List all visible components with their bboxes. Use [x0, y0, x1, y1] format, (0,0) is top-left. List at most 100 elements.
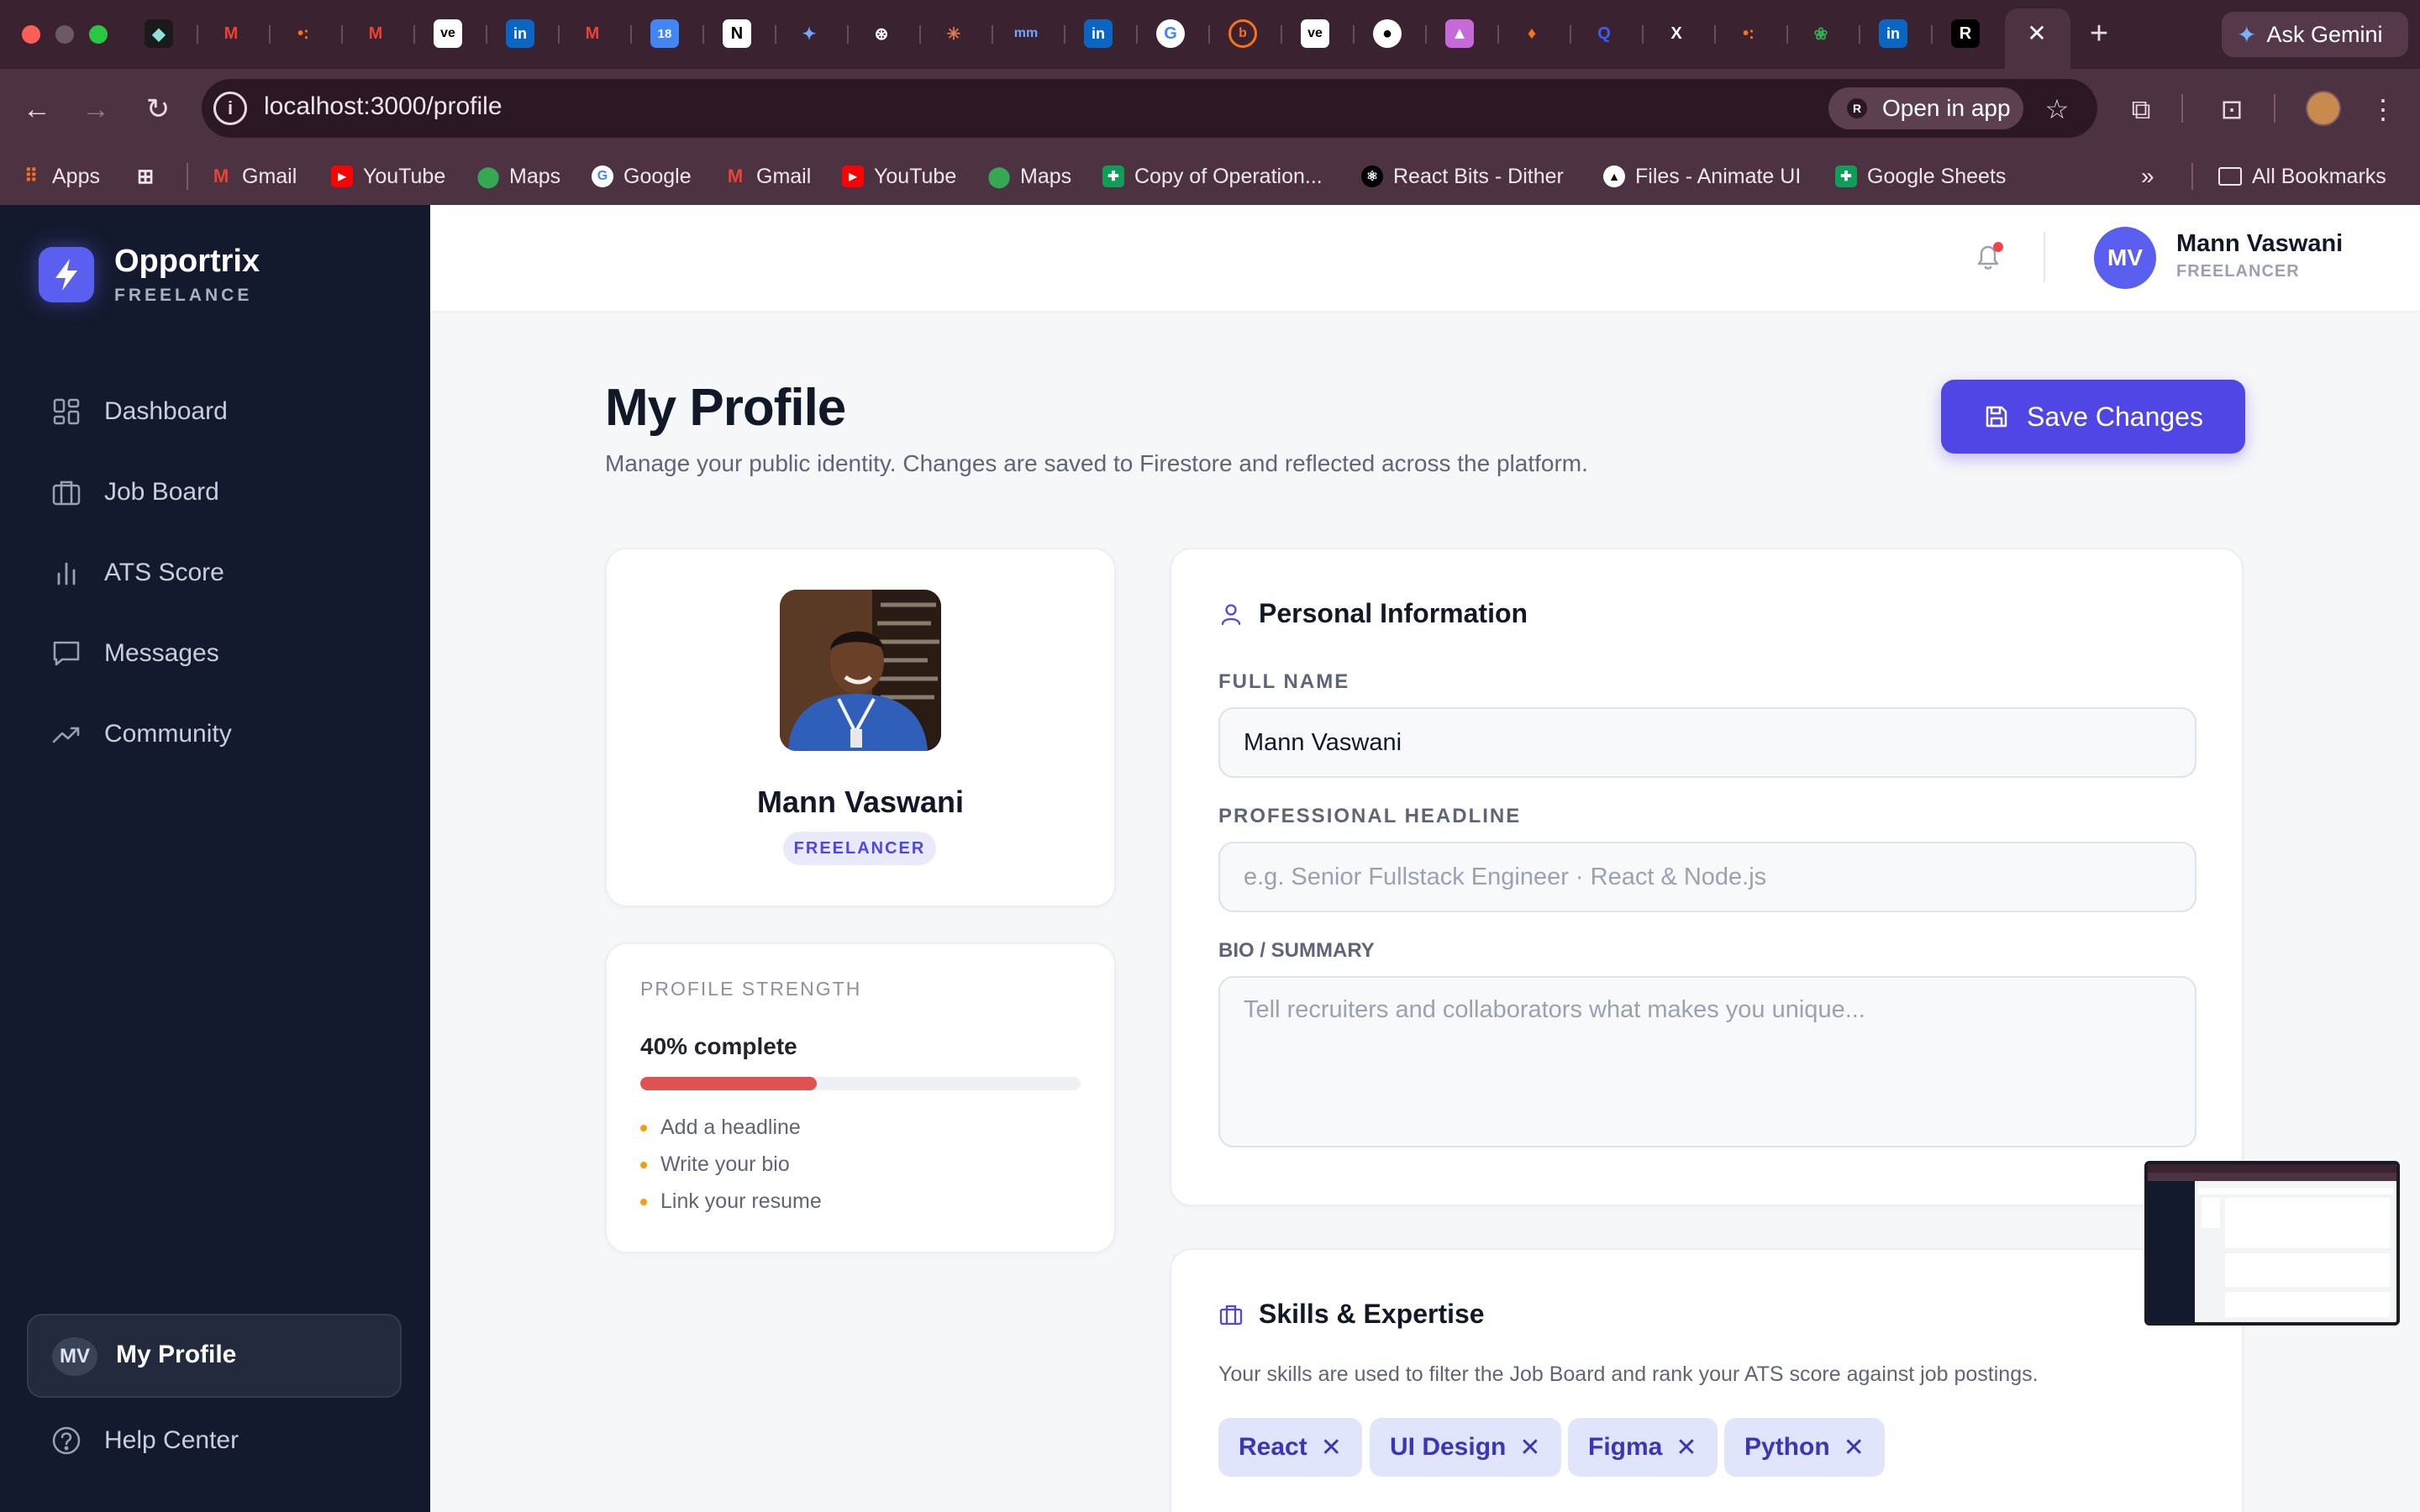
tab-divider: [269, 25, 271, 44]
close-tab-icon[interactable]: ✕: [2022, 18, 2052, 49]
bookmark-google[interactable]: G Google: [592, 160, 692, 193]
tab-favicon[interactable]: ◆: [145, 19, 173, 48]
remove-skill-icon[interactable]: ✕: [1519, 1433, 1540, 1462]
tab-favicon-gmail[interactable]: M: [578, 19, 607, 48]
remove-skill-icon[interactable]: ✕: [1844, 1433, 1865, 1462]
bookmark-label: YouTube: [874, 164, 957, 188]
tab-favicon-x[interactable]: X: [1662, 19, 1691, 48]
tab-favicon[interactable]: ♦: [1518, 19, 1546, 48]
tab-divider: [1064, 25, 1065, 44]
profile-tip[interactable]: Write your bio: [640, 1152, 790, 1177]
sidebar-item-job-board[interactable]: Job Board: [50, 469, 403, 516]
tab-divider: [1642, 25, 1644, 44]
remove-skill-icon[interactable]: ✕: [1321, 1433, 1342, 1462]
browser-profile-avatar[interactable]: [2306, 91, 2341, 126]
site-info-icon[interactable]: i: [213, 92, 247, 125]
bookmark-animate-ui[interactable]: ▲ Files - Animate UI: [1603, 160, 1801, 193]
tab-favicon[interactable]: ve: [434, 19, 462, 48]
bookmark-apps[interactable]: ⠿ Apps: [20, 160, 100, 193]
tab-favicon-gemini[interactable]: ✦: [795, 19, 823, 48]
tab-favicon[interactable]: •:: [1734, 19, 1763, 48]
new-tab-button[interactable]: +: [2082, 15, 2116, 52]
forward-arrow-icon[interactable]: →: [77, 91, 114, 128]
tab-favicon[interactable]: Q: [1590, 19, 1618, 48]
sidebar-item-dashboard[interactable]: Dashboard: [50, 388, 403, 435]
remove-skill-icon[interactable]: ✕: [1676, 1433, 1697, 1462]
bookmark-maps[interactable]: ⬤ Maps: [987, 160, 1072, 193]
tab-favicon-claude[interactable]: ✳: [939, 19, 968, 48]
bookmark-grid[interactable]: ⊞: [134, 160, 156, 193]
bio-textarea[interactable]: [1218, 976, 2196, 1147]
avatar[interactable]: MV: [2094, 227, 2156, 289]
profile-tip[interactable]: Add a headline: [640, 1116, 801, 1140]
tab-favicon[interactable]: b: [1228, 19, 1257, 48]
skill-chip[interactable]: React ✕: [1218, 1418, 1362, 1477]
tab-favicon-calendar[interactable]: 18: [650, 19, 679, 48]
maximize-window-button[interactable]: [89, 25, 108, 44]
tab-favicon[interactable]: ▲: [1445, 19, 1474, 48]
ask-gemini-button[interactable]: ✦ Ask Gemini: [2222, 12, 2408, 57]
profile-photo[interactable]: [780, 590, 941, 751]
bookmark-divider: [187, 163, 188, 190]
url-text[interactable]: localhost:3000/profile: [264, 92, 502, 121]
tab-favicon-linkedin[interactable]: in: [506, 19, 534, 48]
back-arrow-icon[interactable]: ←: [18, 91, 55, 128]
tab-favicon[interactable]: mm: [1012, 19, 1040, 48]
tab-favicon-github[interactable]: ●: [1373, 19, 1402, 48]
sidebar-item-messages[interactable]: Messages: [50, 630, 403, 677]
gmail-icon: M: [727, 165, 744, 186]
tab-favicon[interactable]: R: [1951, 19, 1980, 48]
tab-divider: [1208, 25, 1210, 44]
tab-favicon-gmail[interactable]: M: [217, 19, 245, 48]
sidebar-item-ats-score[interactable]: ATS Score: [50, 549, 403, 596]
all-bookmarks-button[interactable]: All Bookmarks: [2218, 160, 2386, 193]
tab-favicon-linkedin[interactable]: in: [1879, 19, 1907, 48]
google-icon: G: [592, 165, 613, 187]
tab-divider: [847, 25, 849, 44]
tab-favicon-linkedin[interactable]: in: [1084, 19, 1113, 48]
profile-name: Mann Vaswani: [756, 785, 965, 819]
profile-tip[interactable]: Link your resume: [640, 1189, 822, 1214]
tab-favicon-notion[interactable]: N: [723, 19, 751, 48]
extensions-icon[interactable]: ⧉: [2123, 91, 2160, 128]
bookmark-react-bits[interactable]: ⚛ React Bits - Dither: [1361, 160, 1564, 193]
open-in-app-button[interactable]: R Open in app: [1828, 87, 2023, 129]
bookmark-gmail[interactable]: M Gmail: [210, 160, 297, 193]
more-menu-icon[interactable]: ⋮: [2365, 91, 2402, 128]
sidebar-item-community[interactable]: Community: [50, 711, 403, 758]
sidebar-item-help-center[interactable]: Help Center: [50, 1425, 239, 1457]
minimize-window-button[interactable]: [55, 25, 74, 44]
tab-favicon[interactable]: ❀: [1807, 19, 1835, 48]
bookmark-youtube[interactable]: ▶ YouTube: [331, 160, 445, 193]
reload-icon[interactable]: ↻: [139, 91, 176, 128]
bookmark-maps[interactable]: ⬤ Maps: [477, 160, 561, 193]
headline-input[interactable]: [1218, 842, 2196, 912]
bookmark-gmail[interactable]: M Gmail: [724, 160, 811, 193]
tab-divider: [1353, 25, 1355, 44]
close-window-button[interactable]: [22, 25, 40, 44]
tab-favicon-chatgpt[interactable]: ⊛: [867, 19, 896, 48]
skill-chip[interactable]: Python ✕: [1724, 1418, 1885, 1477]
maps-icon: ⬤: [987, 165, 1011, 188]
help-circle-icon: [52, 1426, 81, 1455]
bookmark-operation-sheet[interactable]: ✚ Copy of Operation...: [1102, 160, 1323, 193]
tab-divider: [1859, 25, 1860, 44]
screenshot-thumbnail[interactable]: [2144, 1161, 2400, 1326]
briefcase-icon: [1219, 1305, 1243, 1325]
tab-favicon[interactable]: •:: [289, 19, 318, 48]
sidebar-item-label: ATS Score: [104, 559, 224, 586]
skill-chip[interactable]: UI Design ✕: [1370, 1418, 1561, 1477]
bookmark-star-icon[interactable]: ☆: [2039, 91, 2075, 128]
full-name-input[interactable]: [1218, 707, 2196, 778]
message-icon: [53, 641, 80, 666]
save-changes-button[interactable]: Save Changes: [1941, 380, 2245, 454]
tab-favicon-google[interactable]: G: [1156, 19, 1185, 48]
bookmark-google-sheets[interactable]: ✚ Google Sheets: [1835, 160, 2006, 193]
bookmark-youtube[interactable]: ▶ YouTube: [842, 160, 956, 193]
tab-search-icon[interactable]: ⊡: [2213, 91, 2250, 128]
skill-chip[interactable]: Figma ✕: [1568, 1418, 1718, 1477]
more-bookmarks-chevron-icon[interactable]: »: [2141, 160, 2154, 193]
tab-favicon[interactable]: ve: [1301, 19, 1329, 48]
tab-favicon-gmail[interactable]: M: [361, 19, 390, 48]
brand-logo[interactable]: [39, 247, 94, 302]
